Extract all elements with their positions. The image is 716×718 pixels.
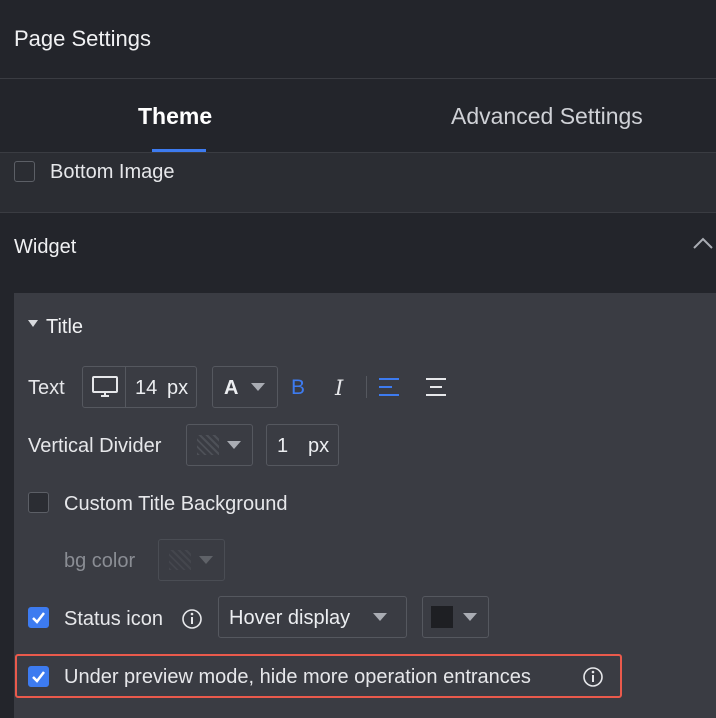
status-icon-mode-value: Hover display	[229, 607, 351, 629]
active-tab-indicator	[152, 149, 206, 152]
bg-color-dropdown	[158, 539, 225, 581]
chevron-up-icon[interactable]	[692, 236, 714, 250]
toolbar-separator	[366, 376, 367, 398]
page-header: Page Settings	[0, 0, 716, 79]
caret-down-icon	[251, 383, 265, 391]
caret-down-icon	[227, 441, 241, 449]
check-icon	[32, 671, 45, 683]
transparent-swatch	[197, 435, 219, 455]
caret-down-icon[interactable]	[28, 320, 38, 328]
caret-down-icon	[199, 556, 213, 564]
transparent-swatch	[169, 550, 191, 570]
bottom-image-label: Bottom Image	[50, 161, 175, 183]
italic-icon[interactable]: I	[335, 376, 343, 400]
tab-theme[interactable]: Theme	[138, 103, 212, 130]
tab-bar: Theme Advanced Settings	[0, 79, 716, 153]
bold-icon[interactable]: B	[291, 376, 305, 400]
monitor-icon	[92, 376, 118, 397]
page-title: Page Settings	[14, 26, 151, 51]
color-swatch	[431, 606, 453, 628]
bg-color-label: bg color	[64, 550, 136, 572]
font-size-value[interactable]: 14	[135, 377, 157, 400]
status-icon-mode-dropdown[interactable]: Hover display	[218, 596, 407, 638]
status-icon-label: Status icon	[64, 608, 163, 630]
divider-width-value[interactable]: 1	[277, 435, 288, 458]
widget-section-header[interactable]: Widget	[0, 214, 716, 279]
tab-advanced-settings[interactable]: Advanced Settings	[451, 103, 643, 130]
hide-operation-entrances-checkbox[interactable]	[28, 666, 49, 687]
hide-operation-entrances-label: Under preview mode, hide more operation …	[64, 666, 531, 688]
bottom-image-checkbox[interactable]	[14, 161, 35, 182]
status-icon-color-dropdown[interactable]	[422, 596, 489, 638]
font-size-unit: px	[167, 377, 189, 399]
font-color-dropdown[interactable]: A	[212, 366, 278, 408]
bottom-image-row: Bottom Image	[0, 153, 716, 213]
info-icon[interactable]	[582, 666, 604, 688]
vertical-divider-label: Vertical Divider	[28, 435, 162, 457]
status-icon-checkbox[interactable]	[28, 607, 49, 628]
align-left-icon[interactable]	[378, 377, 400, 397]
divider-width-input[interactable]: 1 px	[266, 424, 339, 466]
text-label: Text	[28, 377, 65, 399]
font-size-control[interactable]: 14 px	[82, 366, 197, 408]
widget-label: Widget	[14, 236, 77, 258]
caret-down-icon	[373, 613, 387, 621]
custom-title-background-label: Custom Title Background	[64, 493, 288, 515]
font-color-icon: A	[224, 377, 239, 399]
align-center-icon[interactable]	[425, 377, 447, 397]
check-icon	[32, 612, 45, 624]
divider-color-dropdown[interactable]	[186, 424, 253, 466]
caret-down-icon	[463, 613, 477, 621]
divider-width-unit: px	[308, 435, 330, 457]
title-section-label: Title	[46, 316, 84, 338]
custom-title-background-checkbox[interactable]	[28, 492, 49, 513]
font-size-separator	[125, 367, 126, 407]
info-icon[interactable]	[181, 608, 203, 630]
